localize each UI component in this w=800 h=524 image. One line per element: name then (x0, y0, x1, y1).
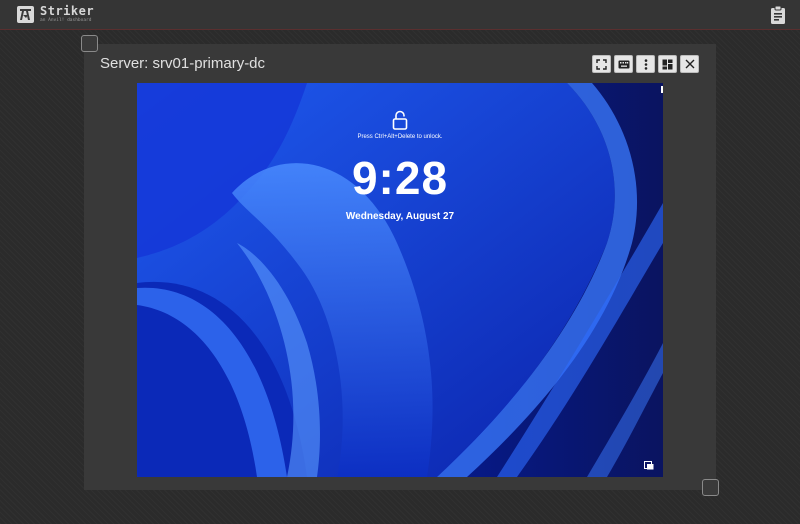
close-icon (685, 59, 694, 69)
more-options-button[interactable] (636, 55, 655, 73)
fullscreen-icon (596, 58, 607, 70)
vnc-console-screen[interactable]: Press Ctrl+Alt+Delete to unlock. 9:28 We… (137, 83, 663, 477)
fullscreen-button[interactable] (592, 55, 611, 73)
screen-edge-marker (661, 86, 663, 93)
lockscreen-date: Wednesday, August 27 (345, 211, 455, 222)
striker-logo-icon[interactable] (17, 6, 34, 23)
unlock-hint: Press Ctrl+Alt+Delete to unlock. (357, 134, 443, 140)
keyboard-icon (618, 60, 629, 68)
accessibility-icon[interactable] (644, 457, 654, 470)
dashboard-icon (662, 59, 673, 69)
unlock-icon (392, 110, 408, 130)
top-app-bar: Striker an Anvil! dashboard (0, 0, 800, 30)
wallpaper-bloom (137, 83, 663, 477)
app-subtitle: an Anvil! dashboard (40, 18, 92, 23)
console-toolbar (592, 55, 699, 73)
more-vert-icon (644, 58, 647, 70)
dashboard-view-button[interactable] (658, 55, 677, 73)
keyboard-button[interactable] (614, 55, 633, 73)
close-button[interactable] (680, 55, 699, 73)
lockscreen-time: 9:28 (351, 152, 449, 204)
resize-handle-bottom-right[interactable] (702, 479, 719, 496)
clipboard-icon[interactable] (770, 5, 786, 24)
resize-handle-top-left[interactable] (81, 35, 98, 52)
server-title: Server: srv01-primary-dc (100, 55, 266, 72)
app-name: Striker (40, 4, 95, 18)
